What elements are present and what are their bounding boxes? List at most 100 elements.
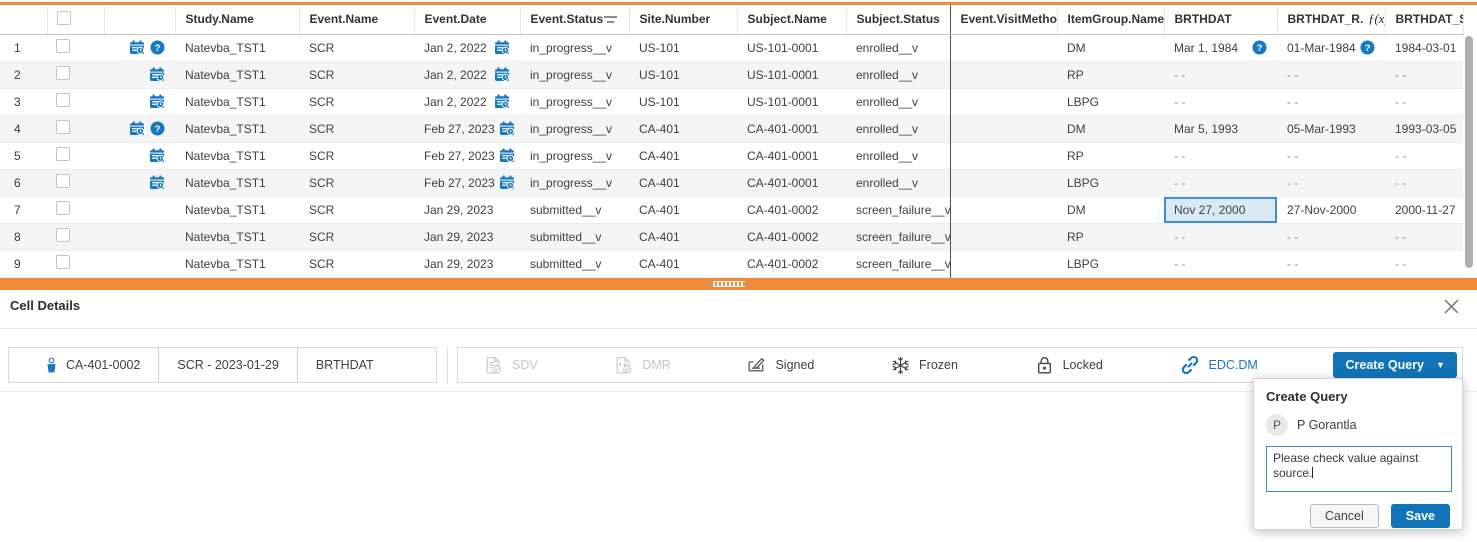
close-panel-button[interactable] [1441, 296, 1461, 316]
table-header-row-checkbox[interactable] [47, 5, 104, 34]
cell-event-status[interactable]: submitted__v [520, 223, 629, 250]
cell-event-date[interactable]: Jan 29, 2023 [414, 196, 520, 223]
cell-brthdat-r[interactable]: 27-Nov-2000 [1277, 196, 1385, 223]
cell-visit-method[interactable] [950, 142, 1057, 169]
cell-subject-status[interactable]: screen_failure__v [846, 250, 950, 277]
cell-subject-status[interactable]: enrolled__v [846, 169, 950, 196]
cell-brthdat-si[interactable]: - - [1385, 250, 1463, 277]
cell-site-number[interactable]: CA-401 [629, 250, 737, 277]
query-comment-input[interactable]: Please check value against source. [1266, 446, 1452, 492]
cell-brthdat-r[interactable]: - - [1277, 250, 1385, 277]
cell-subject-name[interactable]: CA-401-0002 [737, 250, 846, 277]
cell-brthdat-si[interactable]: 1993-03-05 [1385, 115, 1463, 142]
select-all-checkbox[interactable] [57, 11, 71, 25]
question-icon[interactable]: ? [150, 40, 165, 55]
cell-subject-status[interactable]: enrolled__v [846, 61, 950, 88]
table-header-itemgroup[interactable]: ItemGroup.Name [1057, 5, 1164, 34]
cell-event-name[interactable]: SCR [299, 169, 414, 196]
cell-study-name[interactable]: Natevba_TST1 [175, 115, 299, 142]
table-header-site[interactable]: Site.Number [629, 5, 737, 34]
sdv-button[interactable]: SDV [483, 355, 538, 376]
table-header-subject_name[interactable]: Subject.Name [737, 5, 846, 34]
question-icon[interactable]: ? [1360, 40, 1375, 55]
cell-event-date[interactable]: Feb 27, 2023 [414, 142, 520, 169]
cell-event-date[interactable]: Jan 2, 2022 [414, 34, 520, 61]
cell-subject-status[interactable]: enrolled__v [846, 142, 950, 169]
cell-subject-status[interactable]: screen_failure__v [846, 196, 950, 223]
cell-event-status[interactable]: in_progress__v [520, 169, 629, 196]
cell-brthdat-r[interactable]: - - [1277, 223, 1385, 250]
cell-subject-name[interactable]: CA-401-0002 [737, 223, 846, 250]
table-header-brthdat_si[interactable]: BRTHDAT_SIƒ(x) [1385, 5, 1463, 34]
row-checkbox-box[interactable] [56, 93, 70, 107]
table-header-study[interactable]: Study.Name [175, 5, 299, 34]
cell-event-status[interactable]: in_progress__v [520, 61, 629, 88]
row-checkbox-box[interactable] [56, 147, 70, 161]
cell-study-name[interactable]: Natevba_TST1 [175, 169, 299, 196]
cell-visit-method[interactable] [950, 61, 1057, 88]
row-checkbox[interactable] [47, 34, 104, 61]
cell-event-date[interactable]: Jan 29, 2023 [414, 223, 520, 250]
row-checkbox[interactable] [47, 61, 104, 88]
cell-subject-status[interactable]: enrolled__v [846, 88, 950, 115]
dmr-button[interactable]: DMR [613, 355, 670, 376]
cell-subject-name[interactable]: CA-401-0002 [737, 196, 846, 223]
cell-brthdat-r[interactable]: - - [1277, 61, 1385, 88]
cell-study-name[interactable]: Natevba_TST1 [175, 88, 299, 115]
cell-subject-name[interactable]: US-101-0001 [737, 34, 846, 61]
cell-study-name[interactable]: Natevba_TST1 [175, 196, 299, 223]
row-checkbox[interactable] [47, 250, 104, 277]
cell-brthdat[interactable]: - - [1164, 142, 1277, 169]
cell-itemgroup-name[interactable]: LBPG [1057, 250, 1164, 277]
row-checkbox[interactable] [47, 142, 104, 169]
row-checkbox-box[interactable] [56, 228, 70, 242]
cell-brthdat-si[interactable]: - - [1385, 61, 1463, 88]
cell-site-number[interactable]: US-101 [629, 88, 737, 115]
cell-study-name[interactable]: Natevba_TST1 [175, 250, 299, 277]
row-flags[interactable] [104, 223, 175, 250]
cell-event-date[interactable]: Feb 27, 2023 [414, 115, 520, 142]
cell-study-name[interactable]: Natevba_TST1 [175, 61, 299, 88]
cell-visit-method[interactable] [950, 223, 1057, 250]
table-header-row-number[interactable] [0, 5, 47, 34]
table-header-event_name[interactable]: Event.Name [299, 5, 414, 34]
panel-splitter[interactable] [0, 278, 1477, 290]
splitter-drag-handle[interactable] [713, 281, 745, 287]
cell-brthdat[interactable]: - - [1164, 223, 1277, 250]
row-checkbox[interactable] [47, 169, 104, 196]
row-flags[interactable] [104, 169, 175, 196]
cell-visit-method[interactable] [950, 115, 1057, 142]
cell-brthdat-si[interactable]: - - [1385, 88, 1463, 115]
cell-visit-method[interactable] [950, 169, 1057, 196]
cell-subject-status[interactable]: enrolled__v [846, 34, 950, 61]
row-checkbox[interactable] [47, 223, 104, 250]
cell-event-name[interactable]: SCR [299, 61, 414, 88]
cell-itemgroup-name[interactable]: RP [1057, 61, 1164, 88]
cell-event-date[interactable]: Jan 2, 2022 [414, 88, 520, 115]
table-header-event_date[interactable]: Event.Date [414, 5, 520, 34]
cell-brthdat-si[interactable]: 2000-11-27 [1385, 196, 1463, 223]
cell-brthdat[interactable]: - - [1164, 88, 1277, 115]
cell-event-date[interactable]: Jan 29, 2023 [414, 250, 520, 277]
table-header-brthdat_r[interactable]: BRTHDAT_R.ƒ(x) [1277, 5, 1385, 34]
row-checkbox[interactable] [47, 88, 104, 115]
cell-brthdat-r[interactable]: - - [1277, 169, 1385, 196]
scrollbar-thumb[interactable] [1465, 36, 1473, 268]
cell-site-number[interactable]: CA-401 [629, 223, 737, 250]
row-checkbox[interactable] [47, 196, 104, 223]
filter-sort-icon[interactable] [603, 16, 618, 23]
cell-subject-name[interactable]: CA-401-0001 [737, 142, 846, 169]
cell-site-number[interactable]: US-101 [629, 61, 737, 88]
row-checkbox-box[interactable] [56, 174, 70, 188]
cell-brthdat-si[interactable]: 1984-03-01 [1385, 34, 1463, 61]
locked-button[interactable]: Locked [1034, 355, 1103, 376]
cell-visit-method[interactable] [950, 250, 1057, 277]
row-flags[interactable]: ? [104, 115, 175, 142]
cell-event-status[interactable]: in_progress__v [520, 88, 629, 115]
cell-brthdat[interactable]: Mar 1, 1984 ? [1164, 34, 1277, 61]
table-header-row-flags[interactable] [104, 5, 175, 34]
cell-brthdat[interactable]: - - [1164, 61, 1277, 88]
cell-visit-method[interactable] [950, 88, 1057, 115]
vertical-scrollbar[interactable] [1463, 34, 1476, 278]
cell-itemgroup-name[interactable]: DM [1057, 196, 1164, 223]
